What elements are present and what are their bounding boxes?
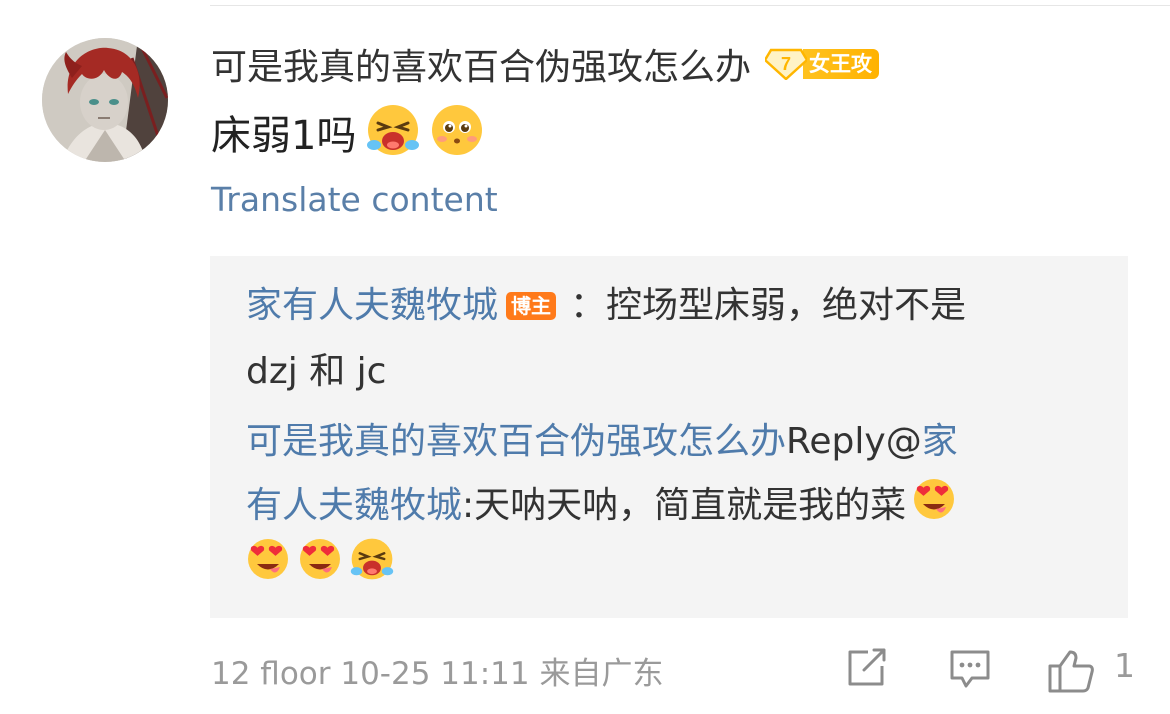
crying-laughing-emoji <box>366 103 420 161</box>
reply-preview-box[interactable]: 家有人夫魏牧城 博主 ：控场型床弱，绝对不是 dzj 和 jc 可是我真的喜欢百… <box>210 256 1128 618</box>
divider <box>210 5 1170 6</box>
comment-meta: 12 floor 10-25 11:11 来自广东 <box>211 655 664 692</box>
level-gem-icon: 7 <box>763 48 809 81</box>
level-title: 女王攻 <box>803 49 880 79</box>
reply2-text: :天呐天呐，简直就是我的菜 <box>462 485 907 526</box>
level-badge: 7 女王攻 <box>763 47 880 81</box>
reply1-line1: 家有人夫魏牧城 博主 ：控场型床弱，绝对不是 <box>246 276 966 336</box>
share-icon[interactable] <box>846 648 888 692</box>
shy-emoji <box>430 103 484 161</box>
heart-eyes-emoji <box>912 477 956 536</box>
like-icon[interactable] <box>1046 648 1096 698</box>
reply2-reply-word: Reply@ <box>786 421 922 462</box>
reply1-text: ：控场型床弱，绝对不是 <box>570 285 967 326</box>
host-badge: 博主 <box>506 292 557 320</box>
heart-eyes-emoji <box>246 537 290 596</box>
translate-link[interactable]: Translate content <box>211 180 498 219</box>
crying-laughing-emoji <box>350 537 394 596</box>
username-row: 可是我真的喜欢百合伪强攻怎么办 7 女王攻 <box>211 38 880 90</box>
reply2-author[interactable]: 可是我真的喜欢百合伪强攻怎么办 <box>246 416 786 468</box>
comment-icon[interactable] <box>948 648 992 694</box>
username[interactable]: 可是我真的喜欢百合伪强攻怎么办 <box>211 38 751 90</box>
reply2-line1: 可是我真的喜欢百合伪强攻怎么办 Reply@ 家 <box>246 412 958 472</box>
comment-content: 床弱1吗 <box>211 102 484 162</box>
reply2-line3 <box>246 536 394 596</box>
comment-item: 可是我真的喜欢百合伪强攻怎么办 7 女王攻 床弱1吗 Translate con… <box>0 0 1170 714</box>
like-count: 1 <box>1114 646 1135 685</box>
comment-actions: 1 <box>840 644 1140 696</box>
avatar-image <box>42 38 168 162</box>
comment-text: 床弱1吗 <box>211 113 357 159</box>
level-number: 7 <box>781 54 791 74</box>
reply2-mention[interactable]: 家 <box>922 416 958 468</box>
reply1-line2: dzj 和 jc <box>246 342 386 402</box>
avatar[interactable] <box>42 38 168 162</box>
reply1-author[interactable]: 家有人夫魏牧城 <box>246 280 498 332</box>
reply1-text-cont: dzj 和 jc <box>246 351 387 392</box>
reply2-mention-cont[interactable]: 有人夫魏牧城 <box>246 480 462 532</box>
reply2-line2: 有人夫魏牧城 :天呐天呐，简直就是我的菜 <box>246 476 956 536</box>
heart-eyes-emoji <box>298 537 342 596</box>
